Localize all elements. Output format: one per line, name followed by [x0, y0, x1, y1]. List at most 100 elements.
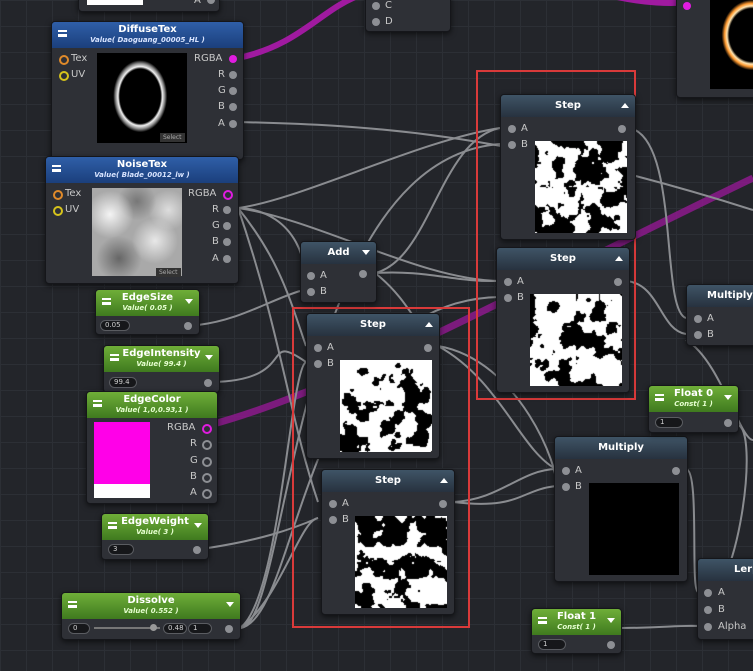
port-out[interactable] — [618, 125, 626, 133]
port-d[interactable] — [372, 18, 380, 26]
port-b[interactable] — [229, 103, 237, 111]
port-out[interactable] — [193, 546, 201, 554]
edgeweight-header[interactable]: EdgeWeight Value( 3 ) — [102, 514, 208, 540]
port-out[interactable] — [184, 322, 192, 330]
port-uv[interactable] — [59, 71, 69, 81]
port-g[interactable] — [202, 457, 212, 467]
menu-icon[interactable] — [93, 400, 102, 407]
menu-icon[interactable] — [108, 522, 117, 529]
float0-header[interactable]: Float 0 Const( 1 ) — [649, 386, 738, 412]
dissolve-max-input[interactable]: 0.48 — [163, 623, 187, 634]
add-header[interactable]: Add — [301, 242, 376, 264]
port-b[interactable] — [307, 288, 315, 296]
chevron-down-icon[interactable] — [362, 250, 370, 255]
port-b[interactable] — [329, 516, 337, 524]
noisetex-header[interactable]: NoiseTex Value( Blade_00012_lw ) — [46, 157, 238, 183]
port-rgba[interactable] — [223, 190, 233, 200]
edgeweight-input[interactable]: 3 — [108, 544, 134, 555]
node-float-1[interactable]: Float 1 Const( 1 ) 1 — [531, 608, 622, 654]
port-uv[interactable] — [53, 206, 63, 216]
menu-icon[interactable] — [538, 617, 547, 624]
node-edgeintensity[interactable]: EdgeIntensity Value( 99.4 ) 99.4 — [103, 345, 220, 393]
node-multiply-2[interactable]: Multiply A B — [554, 436, 688, 582]
edgesize-input[interactable]: 0.05 — [100, 320, 130, 331]
chevron-down-icon[interactable] — [607, 618, 615, 623]
port-out[interactable] — [614, 278, 622, 286]
chevron-up-icon[interactable] — [621, 103, 629, 108]
node-lerp[interactable]: Lerp A B Alpha — [697, 558, 753, 640]
float1-header[interactable]: Float 1 Const( 1 ) — [532, 609, 621, 635]
port-out[interactable] — [724, 419, 732, 427]
port-rgba[interactable] — [229, 55, 237, 63]
edgecolor-swatch[interactable] — [94, 422, 150, 484]
port-g[interactable] — [229, 87, 237, 95]
dissolve-header[interactable]: Dissolve Value( 0.552 ) — [62, 593, 240, 619]
port-b[interactable] — [704, 606, 712, 614]
float0-input[interactable]: 1 — [655, 417, 683, 428]
edgesize-header[interactable]: EdgeSize Value( 0.05 ) — [96, 290, 199, 316]
step-header[interactable]: Step — [322, 470, 454, 492]
edgeintensity-input[interactable]: 99.4 — [109, 377, 137, 388]
node-partial-cd[interactable]: C D — [365, 0, 451, 32]
port-b[interactable] — [202, 473, 212, 483]
chevron-down-icon[interactable] — [185, 299, 193, 304]
port-a[interactable] — [223, 255, 231, 263]
menu-icon[interactable] — [58, 30, 67, 37]
port-a[interactable] — [307, 272, 315, 280]
port-a[interactable] — [207, 0, 215, 4]
node-partial-top[interactable]: A — [78, 0, 220, 12]
port-b[interactable] — [508, 141, 516, 149]
port-b[interactable] — [314, 360, 322, 368]
port-out[interactable] — [204, 379, 212, 387]
node-step-4[interactable]: Step A B — [321, 469, 455, 615]
port-out[interactable] — [359, 270, 367, 278]
port-tex[interactable] — [53, 190, 63, 200]
port-a[interactable] — [508, 125, 516, 133]
multiply-header[interactable]: Multiply — [687, 285, 753, 307]
port-alpha[interactable] — [704, 623, 712, 631]
port-a[interactable] — [229, 120, 237, 128]
port-a[interactable] — [704, 589, 712, 597]
port-out[interactable] — [607, 641, 615, 649]
node-step-1[interactable]: Step A B — [500, 94, 636, 240]
port-a[interactable] — [562, 467, 570, 475]
node-multiply-1[interactable]: Multiply A B — [686, 284, 753, 346]
edgeintensity-header[interactable]: EdgeIntensity Value( 99.4 ) — [104, 346, 219, 372]
port-rgba-in[interactable] — [683, 2, 691, 10]
chevron-down-icon[interactable] — [205, 355, 213, 360]
port-a[interactable] — [202, 489, 212, 499]
chevron-down-icon[interactable] — [194, 523, 202, 528]
port-b[interactable] — [504, 294, 512, 302]
port-out[interactable] — [672, 467, 680, 475]
node-output-preview[interactable] — [676, 0, 753, 98]
select-button[interactable]: Select — [160, 133, 185, 142]
node-edgecolor[interactable]: EdgeColor Value( 1,0,0.93,1 ) RGBA R G B… — [86, 391, 218, 504]
port-a[interactable] — [694, 315, 702, 323]
port-b[interactable] — [694, 331, 702, 339]
dissolve-value-input[interactable]: 1 — [188, 623, 212, 634]
port-c[interactable] — [372, 2, 380, 10]
node-step-2[interactable]: Step A B — [496, 247, 630, 393]
edgecolor-header[interactable]: EdgeColor Value( 1,0,0.93,1 ) — [87, 392, 217, 418]
port-rgba[interactable] — [202, 424, 212, 434]
chevron-down-icon[interactable] — [226, 602, 234, 607]
chevron-up-icon[interactable] — [615, 256, 623, 261]
port-b[interactable] — [223, 238, 231, 246]
port-tex[interactable] — [59, 55, 69, 65]
port-out[interactable] — [225, 625, 233, 633]
node-edgeweight[interactable]: EdgeWeight Value( 3 ) 3 — [101, 513, 209, 560]
menu-icon[interactable] — [52, 165, 61, 172]
port-r[interactable] — [223, 206, 231, 214]
port-out[interactable] — [439, 500, 447, 508]
step-header[interactable]: Step — [307, 314, 439, 336]
node-dissolve[interactable]: Dissolve Value( 0.552 ) 0 0.48 1 — [61, 592, 241, 640]
dissolve-min-input[interactable]: 0 — [68, 623, 90, 634]
port-a[interactable] — [314, 344, 322, 352]
node-noisetex[interactable]: NoiseTex Value( Blade_00012_lw ) Tex UV … — [45, 156, 239, 284]
menu-icon[interactable] — [68, 601, 77, 608]
step-header[interactable]: Step — [501, 95, 635, 117]
port-out[interactable] — [424, 344, 432, 352]
lerp-header[interactable]: Lerp — [698, 559, 753, 581]
node-edgesize[interactable]: EdgeSize Value( 0.05 ) 0.05 — [95, 289, 200, 335]
multiply-header[interactable]: Multiply — [555, 437, 687, 459]
